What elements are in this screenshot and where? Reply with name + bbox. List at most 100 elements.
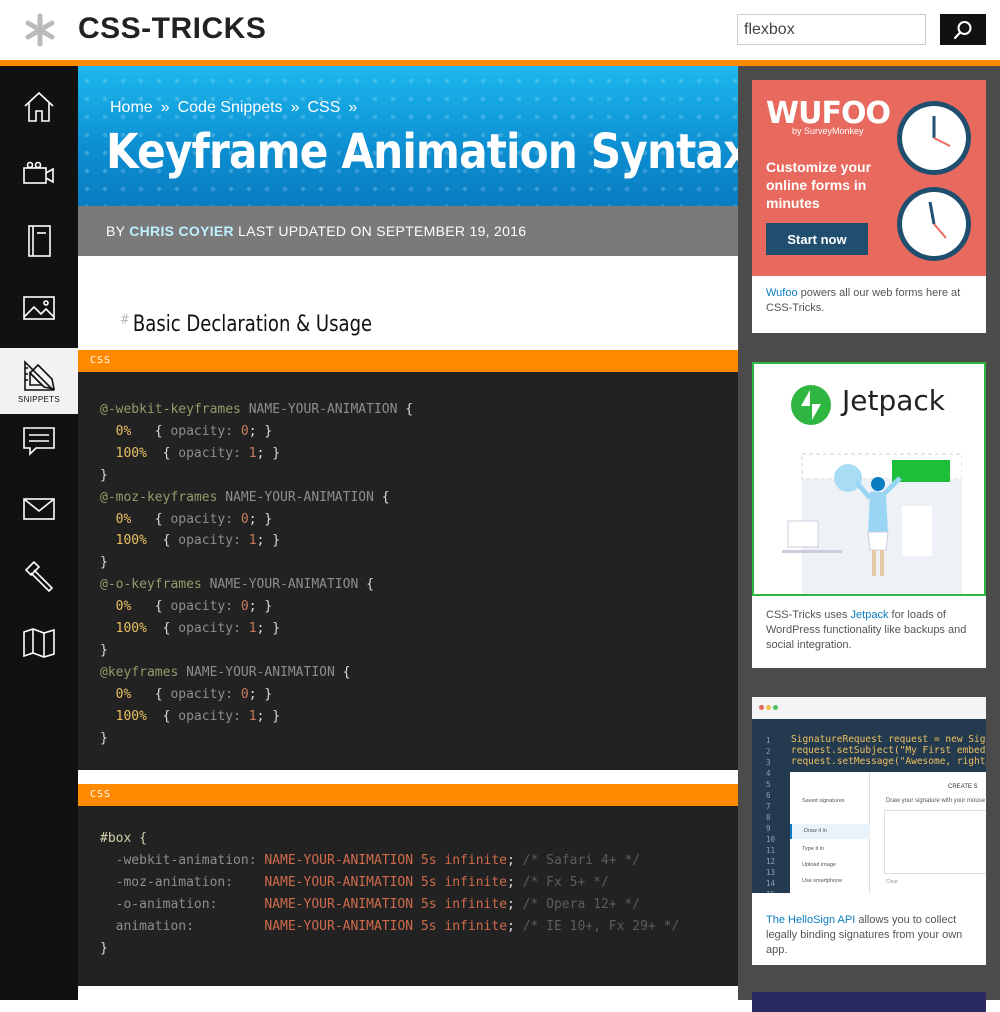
code-keyframe-percent: 100% (115, 708, 147, 724)
site-logo[interactable]: CSS-TRICKS (78, 12, 266, 46)
code-block-keyframes[interactable]: @-webkit-keyframes NAME-YOUR-ANIMATION {… (78, 372, 738, 770)
code-number: 1 (248, 708, 257, 724)
clear-link[interactable]: Clear (886, 879, 898, 885)
code-keyframe-percent: 0% (115, 423, 132, 439)
ad-jetpack[interactable]: Jetpack CSS-Tricks uses Jetpack for load… (752, 362, 986, 668)
code-line: } (100, 552, 716, 574)
code-keyframe-percent: 0% (115, 686, 132, 702)
code-property: opacity: (170, 511, 234, 527)
code-anim-name: NAME-YOUR-ANIMATION (217, 489, 382, 505)
section-title: Basic Declaration & Usage (132, 312, 373, 337)
code-brace: ; } (248, 423, 273, 439)
jetpack-logo-icon (791, 385, 831, 425)
code-selector: #box { (100, 831, 147, 846)
code-brace: { (381, 489, 390, 505)
code-value: NAME-YOUR-ANIMATION 5s infinite (264, 852, 508, 868)
code-line: #box { (100, 828, 716, 850)
sidebar-item-gallery[interactable] (0, 275, 78, 341)
code-comment: /* IE 10+, Fx 29+ */ (522, 918, 680, 934)
sidebar-item-forums[interactable] (0, 408, 78, 474)
breadcrumb-home[interactable]: Home (110, 99, 153, 116)
jetpack-illustration (782, 453, 962, 594)
breadcrumb-separator: » (160, 99, 170, 116)
ad-wufoo[interactable]: WUFOO by SurveyMonkey Customize your onl… (752, 80, 986, 333)
code-semicolon: ; (507, 874, 523, 890)
code-line: -o-animation: NAME-YOUR-ANIMATION 5s inf… (100, 894, 716, 916)
sidebar-item-snippets[interactable]: SNIPPETS (0, 348, 78, 414)
line-number: 7 (766, 802, 771, 811)
wufoo-banner[interactable]: WUFOO by SurveyMonkey Customize your onl… (752, 80, 986, 276)
code-line: @-o-keyframes NAME-YOUR-ANIMATION { (100, 574, 716, 596)
wufoo-link[interactable]: Wufoo (766, 287, 798, 299)
code-line: animation: NAME-YOUR-ANIMATION 5s infini… (100, 916, 716, 938)
signature-pad[interactable] (884, 810, 986, 874)
code-keyframe-percent: 0% (115, 599, 132, 615)
sidebar-item-almanac[interactable] (0, 610, 78, 676)
meta-updated: LAST UPDATED ON SEPTEMBER 19, 2016 (238, 223, 527, 239)
breadcrumb-css[interactable]: CSS (307, 99, 340, 116)
code-line: 100% { opacity: 1; } (100, 443, 716, 465)
wufoo-caption: Wufoo powers all our web forms here at C… (752, 276, 986, 326)
signature-menu-item[interactable]: Type it in (790, 842, 870, 857)
code-brace: } (100, 730, 108, 746)
signature-menu-item[interactable]: Saved signatures (790, 794, 870, 809)
ad-hellosign[interactable]: 123456789101112131415 SignatureRequest r… (752, 697, 986, 965)
signature-menu-item[interactable]: Draw it in (790, 824, 870, 839)
code-property: opacity: (170, 423, 234, 439)
jetpack-link[interactable]: Jetpack (851, 609, 889, 621)
article-meta: BY CHRIS COYIER LAST UPDATED ON SEPTEMBE… (78, 206, 738, 256)
code-brace: { (131, 686, 171, 702)
clock-icon (897, 101, 971, 175)
sidebar-item-home[interactable] (0, 74, 78, 140)
author-link[interactable]: CHRIS COYIER (129, 223, 234, 239)
section-anchor[interactable]: # (120, 312, 130, 328)
ad-next[interactable] (752, 992, 986, 1012)
code-keyframe-percent: 100% (115, 621, 147, 637)
start-now-button[interactable]: Start now (766, 223, 868, 255)
sidebar-item-newsletter[interactable] (0, 476, 78, 542)
code-property: opacity: (178, 533, 241, 549)
signature-menu-item[interactable]: Use smartphone (790, 874, 870, 889)
code-line: } (100, 465, 716, 487)
code-semicolon: ; (507, 896, 523, 912)
line-numbers: 123456789101112131415 (766, 735, 775, 893)
code-at-rule: @-webkit-keyframes (100, 402, 241, 417)
search-button[interactable] (940, 14, 986, 45)
sidebar-item-tools[interactable] (0, 544, 78, 610)
code-property: -o-animation: (115, 896, 218, 912)
code-semicolon: ; (507, 918, 523, 934)
hellosign-link[interactable]: The HelloSign API (766, 914, 855, 926)
window-dot-icon (766, 705, 771, 710)
jetpack-banner[interactable]: Jetpack (752, 362, 986, 596)
code-line: } (100, 640, 716, 662)
sidebar-item-guides[interactable] (0, 208, 78, 274)
breadcrumb-code-snippets[interactable]: Code Snippets (178, 99, 283, 116)
line-number: 3 (766, 758, 771, 767)
hellosign-caption: The HelloSign API allows you to collect … (752, 903, 986, 968)
clock-icon (897, 187, 971, 261)
code-line: -webkit-animation: NAME-YOUR-ANIMATION 5… (100, 850, 716, 872)
signature-menu-item[interactable]: Upload image (790, 858, 870, 873)
code-brace: { (366, 577, 374, 593)
code-block-usage[interactable]: #box { -webkit-animation: NAME-YOUR-ANIM… (78, 806, 738, 986)
asterisk-logo-icon[interactable] (22, 12, 58, 48)
code-comment: /* Opera 12+ */ (522, 896, 641, 912)
code-line: 0% { opacity: 0; } (100, 421, 716, 443)
code-at-rule: @-moz-keyframes (100, 489, 218, 505)
code-comment: /* Safari 4+ */ (522, 852, 641, 868)
code-property: -webkit-animation: (115, 852, 257, 868)
hellosign-banner[interactable]: 123456789101112131415 SignatureRequest r… (752, 697, 986, 893)
search-input[interactable] (737, 14, 926, 45)
code-keyframe-percent: 0% (115, 511, 132, 527)
code-brace: { (146, 445, 179, 461)
sidebar-item-videos[interactable] (0, 142, 78, 208)
